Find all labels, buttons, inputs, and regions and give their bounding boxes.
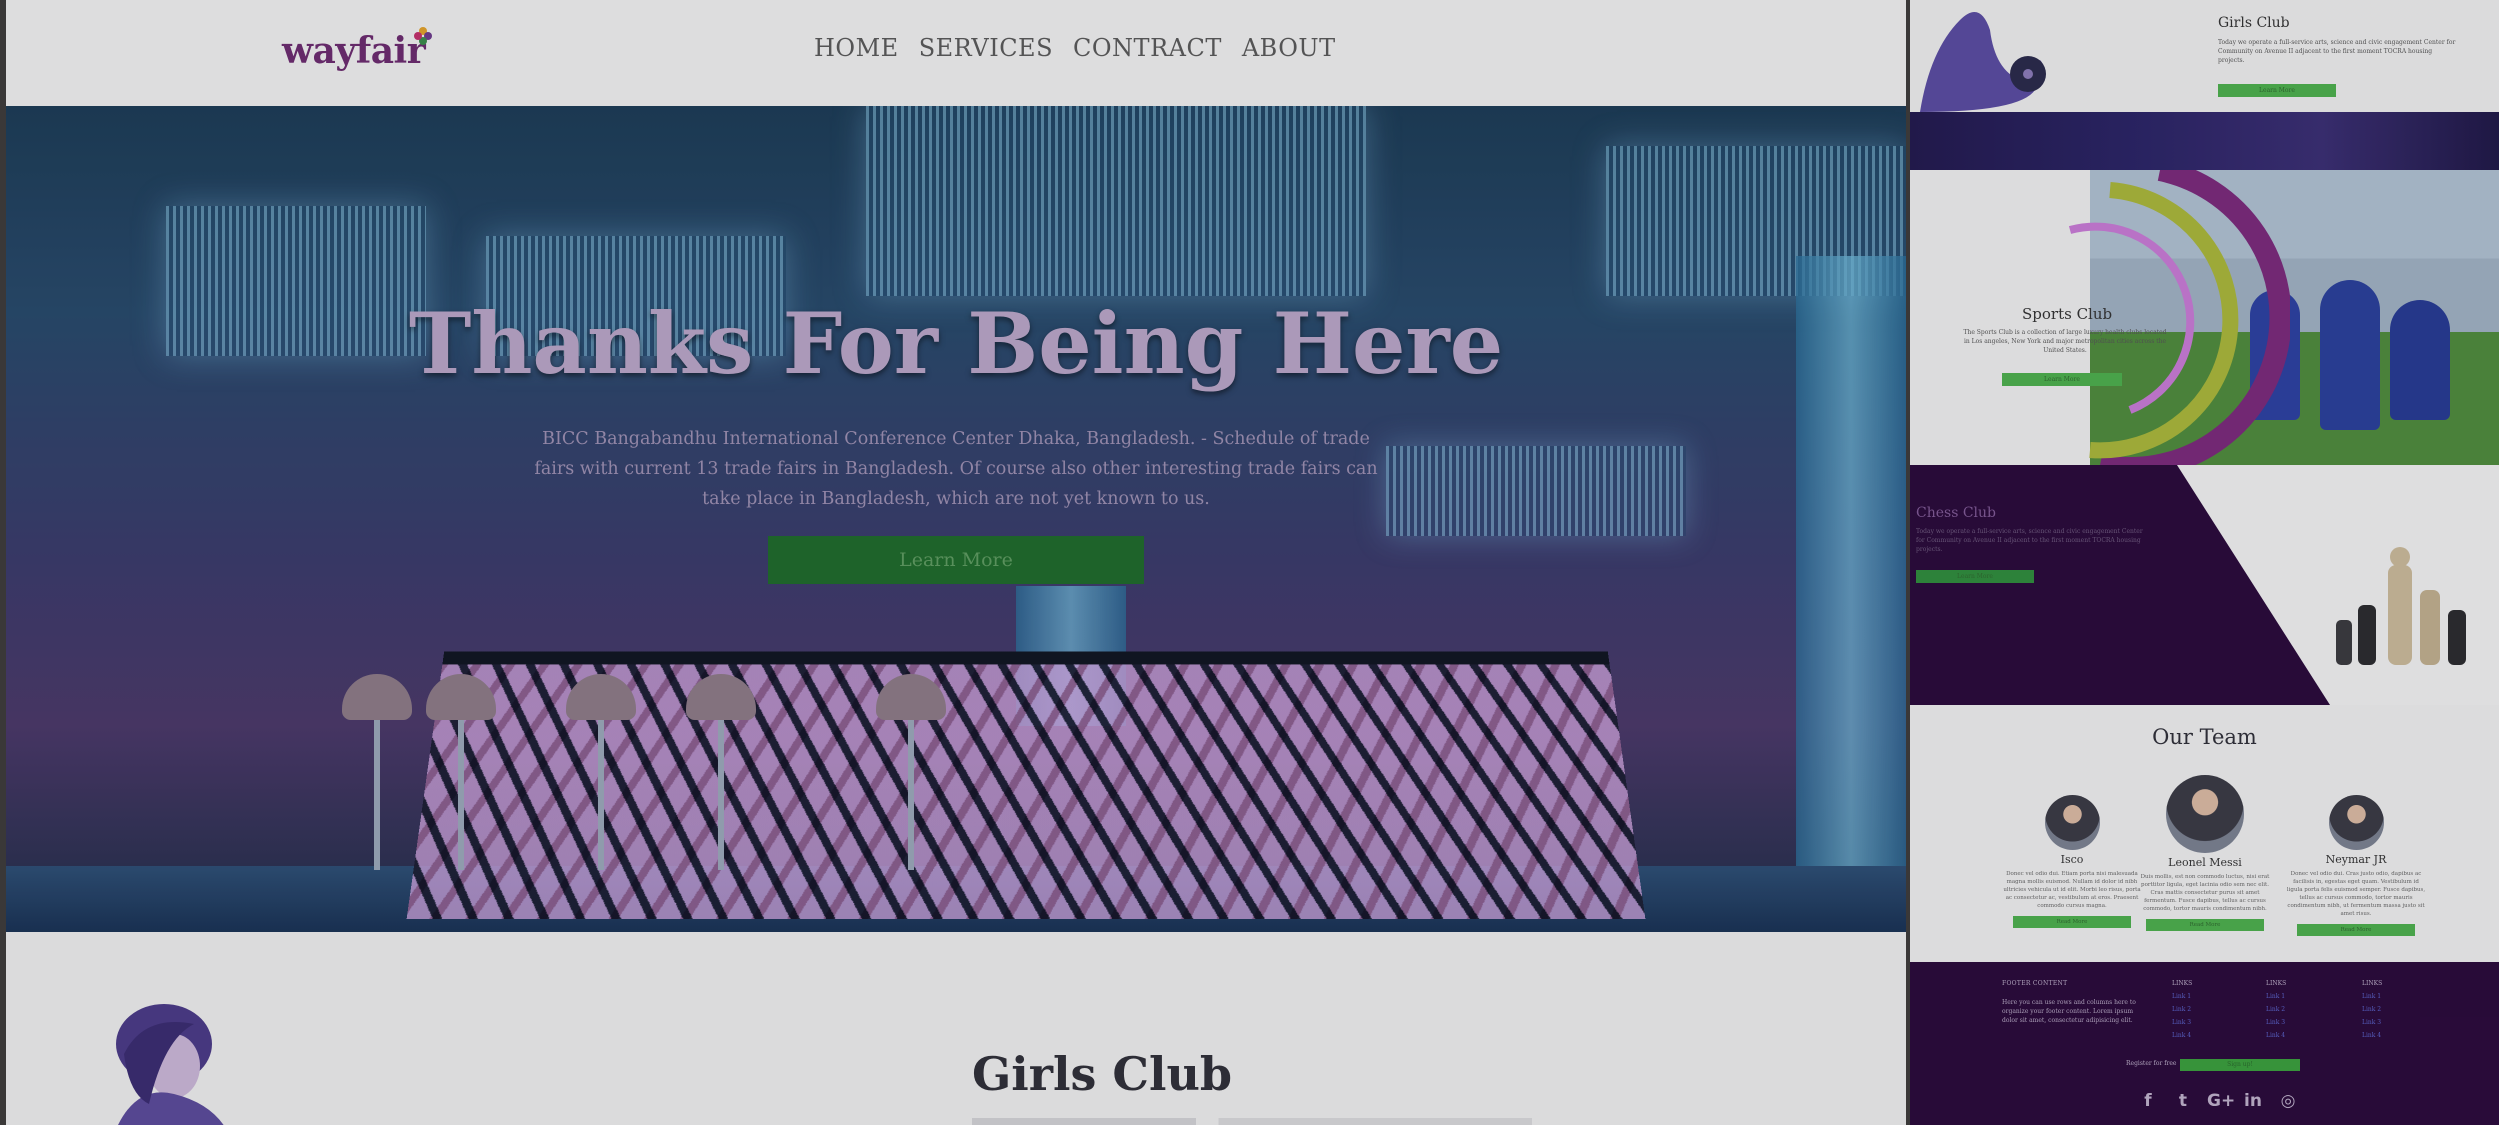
preview-our-team: Our Team Isco Donec vel odio dui. Etiam … bbox=[1910, 705, 2499, 962]
hero-description: BICC Bangabandhu International Conferenc… bbox=[534, 429, 1378, 509]
bar-stool-leg bbox=[374, 720, 380, 870]
team-member-avatar bbox=[2166, 775, 2244, 853]
social-links: f t G+ in ◎ bbox=[2137, 1090, 2299, 1112]
footer-link[interactable]: Link 1 bbox=[2362, 993, 2382, 1000]
preview-chess-text: Today we operate a full-service arts, sc… bbox=[1916, 528, 2143, 553]
girls-club-text-fragment bbox=[972, 1118, 1532, 1125]
girls-club-image bbox=[116, 1004, 224, 1125]
chess-pieces-image bbox=[2336, 547, 2466, 665]
footer-content-text: Here you can use rows and columns here t… bbox=[2002, 999, 2136, 1024]
hero-title: Thanks For Being Here bbox=[408, 294, 1504, 393]
footer-link[interactable]: Link 2 bbox=[2362, 1006, 2382, 1013]
signup-button[interactable]: Sign up! bbox=[2180, 1059, 2300, 1071]
girls-club-title: Girls Club bbox=[972, 1047, 1233, 1101]
team-member-button[interactable]: Read More bbox=[2297, 924, 2415, 936]
team-member-card: Neymar JR Donec vel odio dui. Cras justo… bbox=[2286, 775, 2426, 936]
preview-sports-text: The Sports Club is a collection of large… bbox=[1963, 329, 2167, 354]
bar-stool-leg bbox=[458, 720, 464, 870]
team-member-card: Leonel Messi Duis mollis, est non commod… bbox=[2135, 775, 2275, 931]
team-member-button[interactable]: Read More bbox=[2146, 919, 2264, 931]
nav-services[interactable]: SERVICES bbox=[919, 34, 1053, 62]
preview-girls-text: Today we operate a full-service arts, sc… bbox=[2218, 39, 2456, 64]
footer-link[interactable]: Link 3 bbox=[2266, 1019, 2286, 1026]
footer-link[interactable]: Link 1 bbox=[2266, 993, 2286, 1000]
team-member-name: Isco bbox=[2060, 853, 2084, 866]
team-member-bio: Duis mollis, est non commodo luctus, nis… bbox=[2140, 874, 2270, 912]
preview-sports-button[interactable]: Learn More bbox=[2002, 373, 2122, 386]
logo-text: wayfair bbox=[282, 30, 426, 72]
team-member-name: Leonel Messi bbox=[2168, 856, 2242, 869]
bar-stool-decoration bbox=[342, 674, 412, 720]
footer-links-column: LINKS Link 1 Link 2 Link 3 Link 4 bbox=[2362, 980, 2382, 1039]
preview-girls-title: Girls Club bbox=[2218, 15, 2290, 31]
google-plus-icon[interactable]: G+ bbox=[2207, 1090, 2235, 1112]
site-header: wayfair HOME SERVICES CONTRACT ABOUT bbox=[6, 0, 1906, 106]
player-figure bbox=[2320, 280, 2380, 430]
chandelier-decoration bbox=[1386, 446, 1686, 536]
footer-link[interactable]: Link 3 bbox=[2362, 1019, 2382, 1026]
team-member-bio: Donec vel odio dui. Cras justo odio, dap… bbox=[2286, 871, 2426, 917]
preview-girls-button[interactable]: Learn More bbox=[2218, 84, 2336, 97]
bar-stool-leg bbox=[908, 720, 914, 870]
footer-link[interactable]: Link 2 bbox=[2172, 1006, 2192, 1013]
preview-chess-button[interactable]: Learn More bbox=[1916, 570, 2034, 583]
logo-flower-icon bbox=[414, 27, 433, 45]
register-label: Register for free bbox=[2126, 1060, 2177, 1067]
bar-stool-leg bbox=[598, 720, 604, 870]
footer-links-column: LINKS Link 1 Link 2 Link 3 Link 4 bbox=[2266, 980, 2286, 1039]
team-member-name: Neymar JR bbox=[2325, 853, 2387, 866]
preview-sports-title: Sports Club bbox=[2022, 305, 2113, 323]
team-member-avatar bbox=[2044, 795, 2100, 850]
preview-team-title: Our Team bbox=[2152, 725, 2257, 749]
learn-more-button[interactable]: Learn More bbox=[768, 536, 1144, 584]
facebook-icon[interactable]: f bbox=[2137, 1090, 2159, 1112]
chandelier-decoration bbox=[866, 106, 1366, 296]
nav-contract[interactable]: CONTRACT bbox=[1073, 34, 1222, 62]
linkedin-icon[interactable]: in bbox=[2242, 1090, 2264, 1112]
footer-links-title: LINKS bbox=[2362, 980, 2383, 987]
footer-link[interactable]: Link 1 bbox=[2172, 993, 2192, 1000]
preview-footer: FOOTER CONTENT Here you can use rows and… bbox=[1910, 962, 2499, 1125]
footer-content-title: FOOTER CONTENT bbox=[2002, 980, 2068, 987]
preview-banner-strip bbox=[1910, 112, 2499, 170]
preview-girls-club: Girls Club Today we operate a full-servi… bbox=[1910, 0, 2499, 112]
team-member-avatar bbox=[2328, 795, 2384, 850]
footer-link[interactable]: Link 2 bbox=[2266, 1006, 2286, 1013]
team-member-card: Isco Donec vel odio dui. Etiam porta nis… bbox=[2002, 775, 2142, 928]
hero-section: Thanks For Being Here BICC Bangabandhu I… bbox=[6, 106, 1906, 932]
main-page-pane: wayfair HOME SERVICES CONTRACT ABOUT Tha… bbox=[6, 0, 1906, 1125]
main-nav: HOME SERVICES CONTRACT ABOUT bbox=[814, 34, 1336, 62]
footer-link[interactable]: Link 4 bbox=[2172, 1032, 2192, 1039]
team-member-bio: Donec vel odio dui. Etiam porta nisi mal… bbox=[2003, 871, 2141, 909]
footer-link[interactable]: Link 4 bbox=[2266, 1032, 2286, 1039]
girls-club-thumbnail bbox=[1920, 12, 2046, 112]
nav-about[interactable]: ABOUT bbox=[1242, 34, 1336, 62]
footer-link[interactable]: Link 4 bbox=[2362, 1032, 2382, 1039]
dribbble-icon[interactable]: ◎ bbox=[2277, 1090, 2299, 1112]
preview-sports-club: Sports Club The Sports Club is a collect… bbox=[1910, 170, 2499, 465]
twitter-icon[interactable]: t bbox=[2172, 1090, 2194, 1112]
preview-chess-club: Chess Club Today we operate a full-servi… bbox=[1910, 465, 2499, 705]
nav-home[interactable]: HOME bbox=[814, 34, 899, 62]
footer-links-title: LINKS bbox=[2266, 980, 2287, 987]
player-figure bbox=[2390, 300, 2450, 420]
girls-club-section: Girls Club bbox=[6, 932, 1906, 1125]
team-member-button[interactable]: Read More bbox=[2013, 916, 2131, 928]
footer-link[interactable]: Link 3 bbox=[2172, 1019, 2192, 1026]
wayfair-logo[interactable]: wayfair bbox=[282, 27, 433, 72]
footer-links-title: LINKS bbox=[2172, 980, 2193, 987]
bar-stool-leg bbox=[718, 720, 724, 870]
preview-chess-title: Chess Club bbox=[1916, 505, 1997, 521]
footer-links-column: LINKS Link 1 Link 2 Link 3 Link 4 bbox=[2172, 980, 2192, 1039]
preview-pane: Girls Club Today we operate a full-servi… bbox=[1910, 0, 2499, 1125]
